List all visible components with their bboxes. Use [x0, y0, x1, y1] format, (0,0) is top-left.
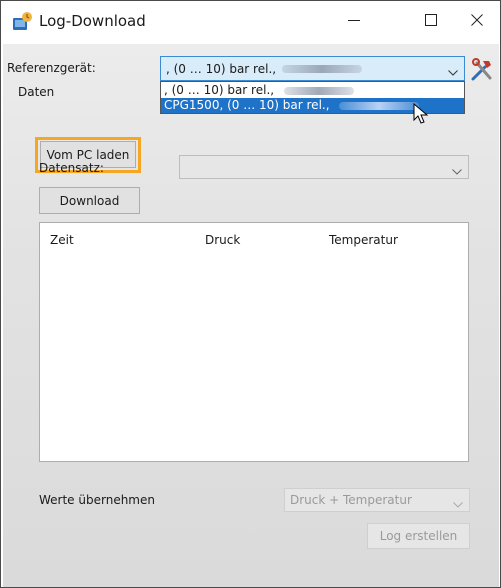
column-header-zeit[interactable]: Zeit	[50, 233, 74, 247]
title-bar[interactable]: Log-Download	[1, 1, 500, 43]
mouse-pointer-icon	[413, 102, 429, 128]
app-icon	[12, 10, 34, 32]
maximize-icon	[425, 14, 437, 26]
window-title: Log-Download	[39, 12, 146, 30]
redacted-serial	[283, 86, 354, 95]
download-label: Download	[59, 193, 120, 208]
chevron-down-icon	[452, 164, 462, 178]
column-header-temperatur[interactable]: Temperatur	[329, 233, 398, 247]
create-log-button[interactable]: Log erstellen	[367, 523, 470, 549]
create-log-label: Log erstellen	[379, 529, 458, 543]
log-table[interactable]: Zeit Druck Temperatur	[39, 222, 469, 462]
daten-group-label: Daten	[18, 85, 55, 99]
dropdown-option-label: CPG1500, (0 … 10) bar rel.,	[164, 98, 330, 112]
reference-device-select[interactable]: , (0 … 10) bar rel.,	[160, 56, 465, 81]
download-button[interactable]: Download	[39, 187, 140, 214]
werte-select[interactable]: Druck + Temperatur	[284, 488, 470, 512]
werte-value: Druck + Temperatur	[290, 493, 412, 507]
reference-device-value: , (0 … 10) bar rel.,	[166, 61, 277, 76]
werte-uebernehmen-label: Werte übernehmen	[39, 493, 155, 507]
maximize-button[interactable]	[408, 1, 454, 39]
load-from-pc-label: Vom PC laden	[46, 147, 130, 162]
redacted-serial	[282, 64, 363, 73]
close-button[interactable]	[454, 1, 500, 39]
log-download-window: Log-Download Referenzgerät: , (0 … 10) b…	[0, 0, 501, 588]
datensatz-select[interactable]	[179, 155, 469, 179]
minimize-button[interactable]	[331, 1, 377, 39]
chevron-down-icon	[448, 65, 458, 79]
column-header-druck[interactable]: Druck	[205, 233, 240, 247]
chevron-down-icon	[453, 497, 463, 511]
datensatz-label: Datensatz:	[39, 161, 104, 175]
redacted-serial	[339, 101, 420, 110]
tools-icon[interactable]	[468, 56, 496, 84]
close-icon	[471, 14, 483, 26]
minimize-icon	[348, 14, 360, 26]
dropdown-option[interactable]: , (0 … 10) bar rel.,	[161, 83, 464, 98]
reference-device-label: Referenzgerät:	[7, 61, 96, 75]
dropdown-option-label: , (0 … 10) bar rel.,	[164, 83, 275, 97]
